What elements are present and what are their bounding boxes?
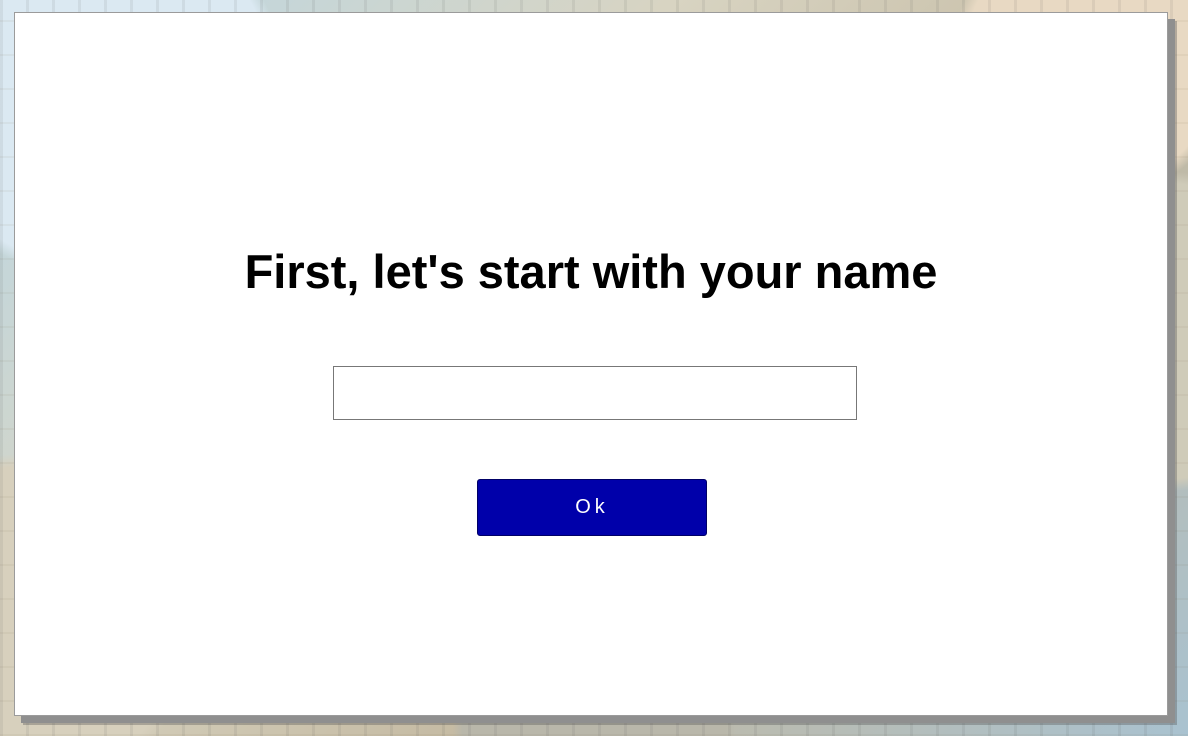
- name-dialog: First, let's start with your name Ok: [14, 12, 1168, 716]
- ok-button[interactable]: Ok: [477, 479, 707, 536]
- name-input[interactable]: [333, 366, 857, 420]
- dialog-title: First, let's start with your name: [244, 245, 938, 298]
